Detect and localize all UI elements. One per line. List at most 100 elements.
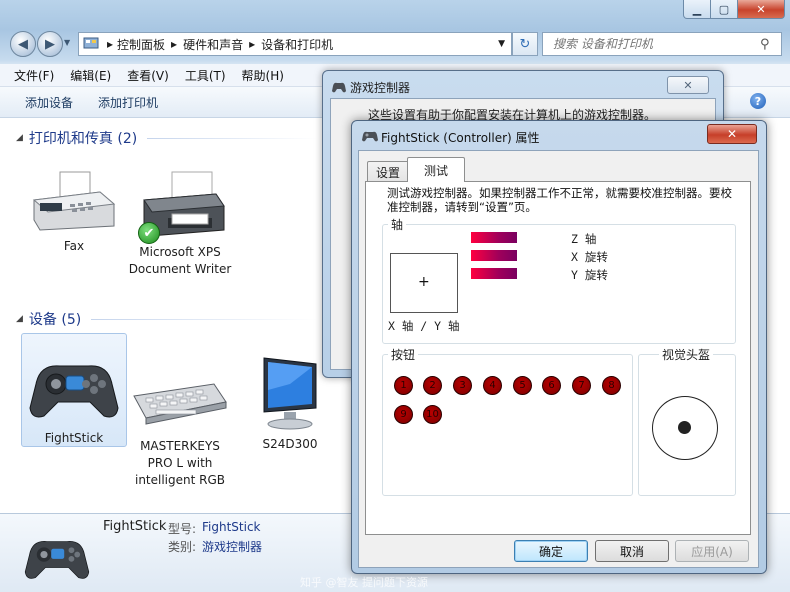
address-dropdown-icon[interactable]: ▼ bbox=[498, 39, 505, 49]
game-button: 6 bbox=[542, 376, 561, 395]
xy-axis-caption: X 轴 / Y 轴 bbox=[388, 319, 460, 333]
details-model-key: 型号: bbox=[168, 522, 197, 536]
search-input[interactable] bbox=[551, 36, 760, 52]
collapse-triangle-icon[interactable]: ◢ bbox=[16, 314, 23, 324]
game-controllers-close-button[interactable]: ✕ bbox=[667, 76, 709, 94]
y-rotation-bar bbox=[471, 268, 517, 279]
help-button[interactable]: ? bbox=[750, 93, 766, 109]
properties-close-button[interactable]: ✕ bbox=[707, 124, 757, 144]
menu-file[interactable]: 文件(F) bbox=[14, 67, 54, 84]
menu-tools[interactable]: 工具(T) bbox=[185, 67, 226, 84]
breadcrumb-hardware-sound[interactable]: 硬件和声音 bbox=[183, 36, 243, 53]
group-divider bbox=[147, 137, 316, 139]
gamepad-icon bbox=[26, 350, 122, 422]
pov-hat-indicator bbox=[678, 421, 691, 434]
game-button: 8 bbox=[602, 376, 621, 395]
device-label: Fax bbox=[63, 239, 85, 253]
group-label: 设备 (5) bbox=[28, 312, 82, 328]
axis-group-label: 轴 bbox=[388, 216, 407, 233]
game-button: 3 bbox=[453, 376, 472, 395]
close-icon: ✕ bbox=[756, 2, 766, 16]
tab-settings[interactable]: 设置 bbox=[367, 161, 409, 182]
device-label: FightStick bbox=[44, 431, 104, 445]
details-gamepad-icon bbox=[22, 530, 92, 585]
cancel-button[interactable]: 取消 bbox=[595, 540, 669, 562]
add-device-button[interactable]: 添加设备 bbox=[25, 94, 73, 111]
monitor-icon bbox=[250, 354, 330, 432]
details-category-value: 游戏控制器 bbox=[202, 540, 263, 554]
game-button: 10 bbox=[423, 405, 442, 424]
device-label: S24D300 bbox=[262, 437, 318, 451]
properties-title: FightStick (Controller) 属性 bbox=[381, 131, 540, 145]
refresh-button[interactable]: ↻ bbox=[512, 32, 538, 56]
close-icon: ✕ bbox=[683, 78, 693, 92]
breadcrumb-control-panel[interactable]: 控制面板 bbox=[117, 36, 165, 53]
details-device-name: FightStick bbox=[103, 519, 167, 534]
add-printer-button[interactable]: 添加打印机 bbox=[98, 94, 158, 111]
search-icon[interactable]: ⚲ bbox=[760, 37, 770, 52]
game-button: 9 bbox=[394, 405, 413, 424]
group-header-printers[interactable]: ◢ 打印机和传真 (2) bbox=[16, 128, 316, 148]
game-controller-icon bbox=[331, 80, 347, 97]
buttons-groupbox bbox=[382, 354, 633, 496]
tab-test[interactable]: 测试 bbox=[407, 157, 465, 182]
search-box[interactable]: ⚲ bbox=[542, 32, 782, 56]
collapse-triangle-icon[interactable]: ◢ bbox=[16, 133, 23, 143]
ok-button[interactable]: 确定 bbox=[514, 540, 588, 562]
breadcrumb-sep: ▸ bbox=[171, 37, 178, 51]
device-fightstick[interactable]: FightStick bbox=[21, 333, 127, 447]
arrow-left-icon: ◀ bbox=[18, 36, 28, 52]
x-rotation-bar bbox=[471, 250, 517, 261]
keyboard-icon bbox=[132, 374, 228, 434]
device-label: Microsoft XPS Document Writer bbox=[128, 245, 232, 276]
x-rotation-label: X 旋转 bbox=[571, 250, 608, 264]
device-keyboard[interactable]: MASTERKEYS PRO L with intelligent RGB bbox=[130, 350, 230, 489]
game-controllers-title: 游戏控制器 bbox=[350, 81, 411, 95]
device-fax[interactable]: Fax bbox=[24, 170, 124, 255]
controller-properties-icon bbox=[361, 129, 379, 146]
back-button[interactable]: ◀ bbox=[10, 31, 36, 57]
maximize-button[interactable]: ▢ bbox=[710, 0, 738, 19]
game-button: 1 bbox=[394, 376, 413, 395]
forward-button[interactable]: ▶ bbox=[37, 31, 63, 57]
fax-icon bbox=[30, 170, 118, 234]
test-description: 测试游戏控制器。如果控制器工作不正常，就需要校准控制器。要校准控制器，请转到“设… bbox=[387, 186, 732, 214]
default-check-icon: ✔ bbox=[138, 222, 160, 244]
close-icon: ✕ bbox=[726, 127, 738, 141]
control-panel-icon bbox=[83, 36, 99, 53]
close-button[interactable]: ✕ bbox=[737, 0, 785, 19]
device-xps-writer[interactable]: ✔ Microsoft XPS Document Writer bbox=[128, 170, 232, 278]
details-category-key: 类别: bbox=[168, 540, 197, 554]
address-bar[interactable]: ▸ 控制面板 ▸ 硬件和声音 ▸ 设备和打印机 ▼ bbox=[78, 32, 512, 56]
apply-button[interactable]: 应用(A) bbox=[675, 540, 749, 562]
game-button: 7 bbox=[572, 376, 591, 395]
details-model-value: FightStick bbox=[202, 520, 261, 534]
help-icon: ? bbox=[754, 94, 762, 108]
z-axis-label: Z 轴 bbox=[571, 232, 597, 246]
game-button: 4 bbox=[483, 376, 502, 395]
group-label: 打印机和传真 (2) bbox=[28, 131, 138, 147]
refresh-icon: ↻ bbox=[519, 36, 531, 52]
z-axis-bar bbox=[471, 232, 517, 243]
menu-view[interactable]: 查看(V) bbox=[127, 67, 169, 84]
menu-help[interactable]: 帮助(H) bbox=[242, 67, 284, 84]
y-rotation-label: Y 旋转 bbox=[571, 268, 608, 282]
maximize-icon: ▢ bbox=[718, 2, 730, 16]
arrow-right-icon: ▶ bbox=[45, 36, 55, 52]
minimize-button[interactable]: ▁ bbox=[683, 0, 711, 19]
breadcrumb-sep: ▸ bbox=[249, 37, 256, 51]
group-header-devices[interactable]: ◢ 设备 (5) bbox=[16, 309, 316, 329]
group-divider bbox=[91, 318, 316, 320]
buttons-group-label: 按钮 bbox=[388, 346, 419, 363]
game-button: 5 bbox=[513, 376, 532, 395]
recent-pages-dropdown[interactable]: ▼ bbox=[64, 38, 70, 47]
game-button: 2 bbox=[423, 376, 442, 395]
printer-icon: ✔ bbox=[132, 170, 228, 244]
crosshair-icon: + bbox=[418, 274, 430, 290]
menu-edit[interactable]: 编辑(E) bbox=[70, 67, 111, 84]
breadcrumb-devices-printers[interactable]: 设备和打印机 bbox=[261, 36, 333, 53]
breadcrumb-sep: ▸ bbox=[107, 37, 114, 51]
device-label: MASTERKEYS PRO L with intelligent RGB bbox=[134, 439, 226, 487]
minimize-icon: ▁ bbox=[692, 2, 702, 16]
pov-hat-label: 视觉头盔 bbox=[659, 346, 714, 363]
